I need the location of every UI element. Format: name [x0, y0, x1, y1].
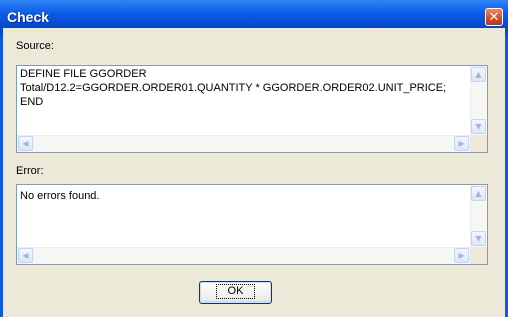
dialog-body: Source: DEFINE FILE GGORDER Total/D12.2=…	[3, 28, 505, 317]
error-textbox[interactable]: No errors found. ▲ ▼ ◀ ▶	[16, 184, 488, 265]
scroll-down-icon[interactable]: ▼	[471, 119, 486, 134]
source-vertical-scrollbar[interactable]: ▲ ▼	[470, 66, 487, 135]
scroll-left-icon[interactable]: ◀	[18, 248, 33, 263]
source-label: Source:	[16, 40, 54, 52]
source-textbox[interactable]: DEFINE FILE GGORDER Total/D12.2=GGORDER.…	[16, 65, 488, 153]
scrollbar-corner	[470, 247, 487, 264]
scroll-right-icon[interactable]: ▶	[454, 248, 469, 263]
scroll-up-icon[interactable]: ▲	[471, 186, 486, 201]
check-dialog: Check ' ' ✕ Source: DEFINE FILE GGORDER …	[0, 0, 508, 317]
close-button[interactable]: ✕	[485, 8, 503, 26]
close-icon: ✕	[488, 10, 500, 25]
source-text: DEFINE FILE GGORDER Total/D12.2=GGORDER.…	[20, 68, 447, 108]
ok-button-label: OK	[215, 284, 256, 299]
error-vertical-scrollbar[interactable]: ▲ ▼	[470, 185, 487, 247]
scroll-right-icon[interactable]: ▶	[454, 136, 469, 151]
scrollbar-corner	[470, 135, 487, 152]
error-text: No errors found.	[20, 190, 100, 202]
error-horizontal-scrollbar[interactable]: ◀ ▶	[17, 247, 470, 264]
scroll-left-icon[interactable]: ◀	[18, 136, 33, 151]
scroll-up-icon[interactable]: ▲	[471, 67, 486, 82]
ok-button[interactable]: OK	[199, 281, 272, 304]
dialog-title: Check	[7, 9, 50, 25]
title-bar-marks: ' '	[397, 0, 411, 8]
error-label: Error:	[16, 165, 44, 177]
scroll-down-icon[interactable]: ▼	[471, 231, 486, 246]
source-horizontal-scrollbar[interactable]: ◀ ▶	[17, 135, 470, 152]
